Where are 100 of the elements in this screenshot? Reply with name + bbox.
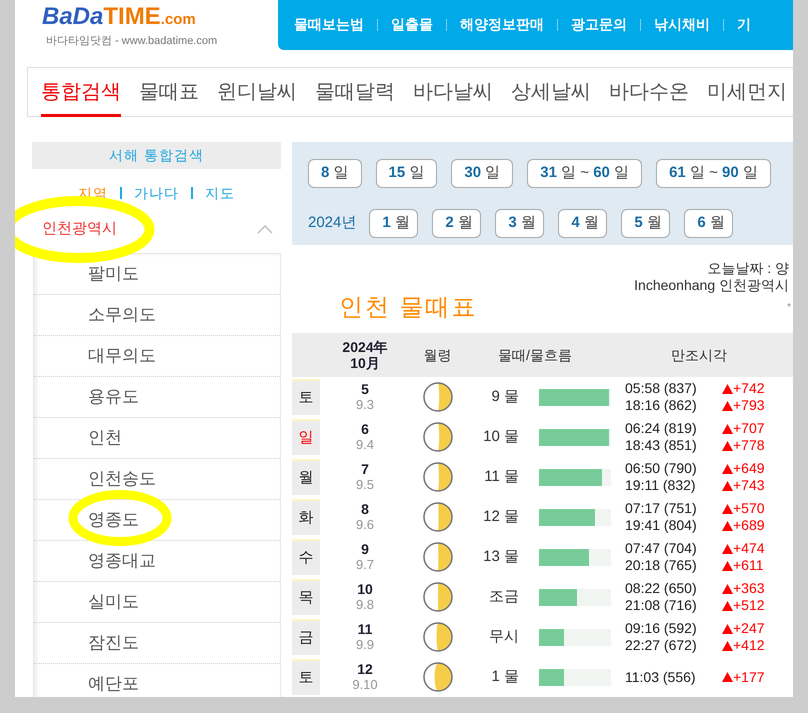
range-button[interactable]: 4 월 (558, 209, 608, 238)
moon-phase-icon (424, 623, 452, 651)
range-button[interactable]: 1 월 (369, 209, 418, 238)
rise-triangle-icon (722, 544, 733, 554)
solar-date: 11 (358, 621, 372, 637)
tide-difference: +474 (733, 540, 765, 557)
tide-difference: +707 (733, 420, 765, 437)
lunar-date: 9.3 (356, 397, 374, 413)
high-tide-time: 07:47 (704) (625, 540, 698, 557)
region-header[interactable]: 인천광역시 (32, 209, 281, 249)
solar-date: 9 (361, 541, 369, 557)
high-tide-time: 19:41 (804) (625, 517, 698, 534)
lunar-date: 9.4 (356, 437, 374, 453)
nav-tab[interactable]: 물때달력 (315, 67, 395, 117)
nav-tab[interactable]: 바다날씨 (413, 67, 493, 117)
range-button[interactable]: 2 월 (432, 209, 482, 238)
region-list-item[interactable]: 용유도 (88, 384, 139, 410)
solar-date: 5 (361, 381, 369, 397)
nav-tab[interactable]: 통합검색 (41, 67, 121, 117)
rise-triangle-icon (722, 560, 733, 570)
moon-phase-icon (424, 463, 452, 491)
tide-difference: +570 (733, 500, 765, 517)
weekday-cell: 토 (292, 379, 320, 415)
lunar-date: 9.10 (352, 677, 378, 693)
station-name: Incheonhang 인천광역시 (634, 277, 789, 294)
range-button[interactable]: 6 월 (684, 209, 734, 238)
rise-triangle-icon (722, 464, 733, 474)
high-tide-time: 18:43 (851) (625, 437, 698, 454)
region-list-item[interactable]: 팔미도 (88, 261, 139, 287)
site-logo[interactable]: BaDaTIME.com (42, 4, 278, 33)
high-tide-time: 22:27 (672) (625, 637, 698, 654)
rise-triangle-icon (722, 584, 733, 594)
tide-name: 11 물 (483, 466, 520, 487)
rise-triangle-icon (722, 640, 733, 650)
solar-date: 12 (357, 661, 373, 677)
tide-difference: +512 (733, 597, 765, 614)
moon-phase-icon (424, 543, 452, 571)
column-header: 월령 (422, 346, 452, 364)
tide-difference: +649 (733, 460, 765, 477)
lunar-date: 9.8 (356, 597, 374, 613)
tide-name: 1 물 (490, 666, 520, 687)
high-tide-time: 05:58 (837) (625, 380, 698, 397)
range-button[interactable]: 8 일 (308, 159, 362, 188)
column-header: 만조시각 (670, 346, 728, 364)
tide-difference: +611 (733, 557, 764, 574)
range-button[interactable]: 3 월 (495, 209, 544, 238)
today-date: 오늘날짜 : 양 (707, 260, 789, 277)
moon-phase-icon (424, 663, 452, 691)
moon-phase-icon (424, 383, 452, 411)
tide-difference: +177 (733, 668, 765, 686)
tide-name: 12 물 (482, 506, 520, 527)
solar-date: 10 (357, 581, 373, 597)
region-label: 인천광역시 (42, 218, 117, 239)
region-list-item[interactable]: 대무의도 (88, 343, 156, 369)
high-tide-time: 21:08 (716) (625, 597, 698, 614)
range-button[interactable]: 61 일 ~ 90 일 (656, 159, 771, 188)
rise-triangle-icon (722, 424, 733, 434)
moon-phase-icon (424, 583, 452, 611)
weekday-cell: 수 (292, 539, 320, 575)
high-tide-time: 08:22 (650) (625, 580, 698, 597)
range-button[interactable]: 5 월 (621, 209, 670, 238)
high-tide-time: 18:16 (862) (625, 397, 698, 414)
rise-triangle-icon (722, 384, 733, 394)
high-tide-time: 06:50 (790) (625, 460, 698, 477)
rise-triangle-icon (722, 520, 733, 530)
rise-triangle-icon (722, 624, 733, 634)
range-button[interactable]: 30 일 (451, 159, 514, 188)
solar-date: 7 (361, 461, 369, 477)
region-list-item[interactable]: 소무의도 (88, 302, 156, 328)
solar-date: 8 (361, 501, 369, 517)
lunar-date: 9.7 (356, 557, 374, 573)
region-list-item[interactable]: 인천송도 (88, 466, 156, 492)
region-list-item[interactable]: 잠진도 (88, 630, 139, 656)
nav-tab[interactable]: 윈디날씨 (217, 67, 297, 117)
site-subtitle: 바다타임닷컴 - www.badatime.com (46, 34, 218, 49)
range-button[interactable]: 15 일 (376, 159, 438, 188)
nav-tab[interactable]: 상세날씨 (511, 67, 591, 117)
footnote-mark: * (787, 301, 791, 315)
lunar-date: 9.6 (356, 517, 374, 533)
nav-tab[interactable]: 바다수온 (609, 67, 689, 117)
weekday-cell: 토 (292, 659, 320, 695)
nav-tab[interactable]: 물때표 (139, 67, 199, 117)
region-list-item[interactable]: 예단포 (88, 671, 139, 697)
tide-difference: +793 (733, 397, 765, 414)
tide-name: 9 물 (490, 386, 520, 407)
nav-tab[interactable]: 미세먼지 (707, 67, 787, 117)
solar-date: 6 (361, 421, 369, 437)
year-label: 2024년 (308, 213, 356, 234)
region-list-item[interactable]: 인천 (88, 425, 122, 451)
region-list-item[interactable]: 영종대교 (88, 548, 156, 574)
high-tide-time: 11:03 (556) (625, 668, 697, 686)
tide-difference: +412 (733, 637, 765, 654)
weekday-cell: 목 (292, 579, 320, 615)
tide-difference: +363 (733, 580, 765, 597)
rise-triangle-icon (722, 480, 733, 490)
lunar-date: 9.5 (356, 477, 374, 493)
sidebar-title: 서해 통합검색 (32, 142, 281, 169)
region-list-item[interactable]: 실미도 (88, 589, 139, 615)
tide-name: 무시 (488, 626, 520, 647)
range-button[interactable]: 31 일 ~ 60 일 (527, 159, 642, 188)
